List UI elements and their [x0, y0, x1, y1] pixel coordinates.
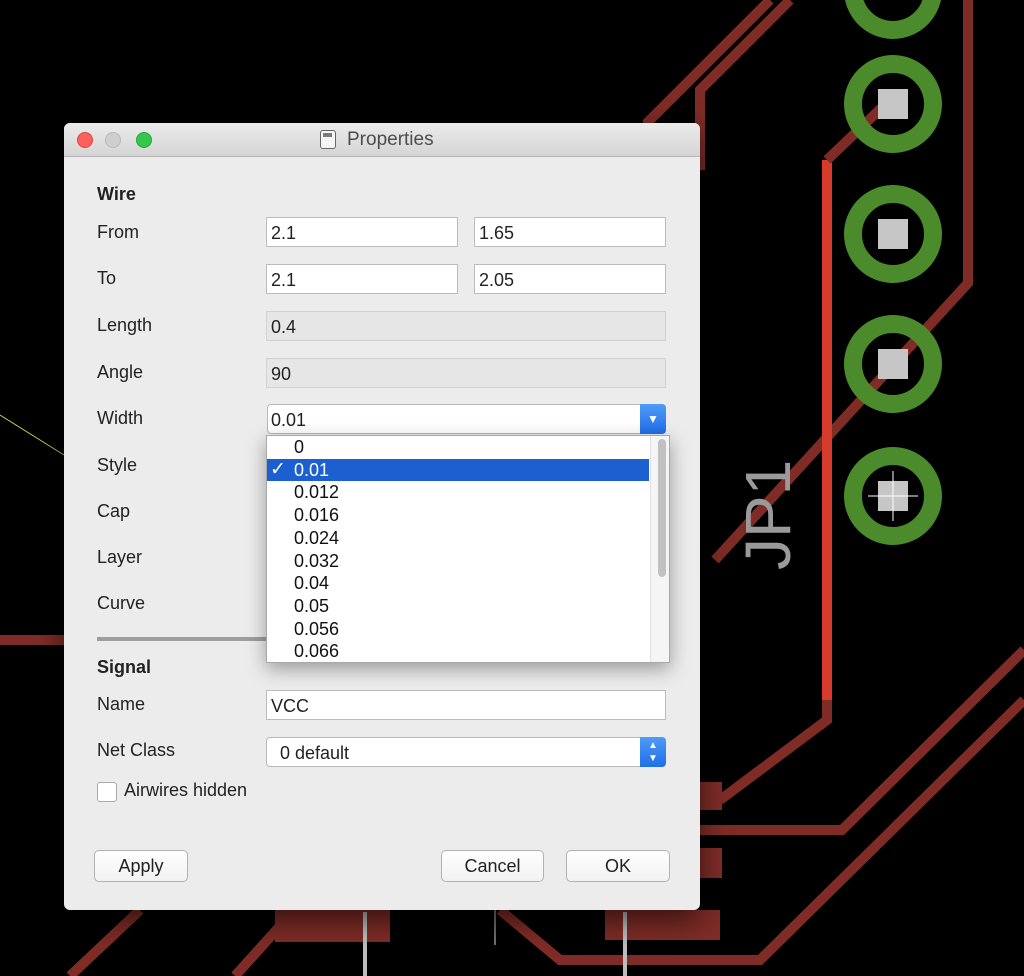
net-class-select[interactable]: 0 default ▲ ▼ [266, 737, 666, 767]
curve-label: Curve [97, 593, 146, 613]
width-option[interactable]: 0.056 [267, 618, 649, 641]
angle-label: Angle [97, 362, 144, 382]
width-select[interactable]: 0.01 ▼ [267, 404, 666, 434]
name-label: Name [97, 694, 146, 714]
width-option-label: 0.024 [294, 527, 340, 548]
cap-label: Cap [97, 501, 131, 521]
angle-field: 90 [266, 358, 666, 388]
trace [66, 906, 144, 976]
minimize-window-button[interactable] [105, 132, 121, 148]
trace [700, 646, 1024, 835]
net-class-label: Net Class [97, 740, 176, 760]
width-option-label: 0.012 [294, 482, 340, 503]
length-label: Length [97, 315, 153, 335]
cancel-button[interactable]: Cancel [441, 850, 544, 882]
from-x-input[interactable]: 2.1 [266, 217, 458, 247]
width-option-label: 0.032 [294, 550, 340, 571]
style-label: Style [97, 455, 138, 475]
net-class-select-value: 0 default [280, 743, 350, 763]
width-label: Width [97, 408, 144, 428]
from-label: From [97, 222, 139, 242]
width-option[interactable]: 0 [267, 436, 649, 459]
width-option[interactable]: 0.032 [267, 550, 649, 573]
width-option-label: 0.01 [294, 459, 330, 480]
width-option[interactable]: 0.04 [267, 572, 649, 595]
zoom-window-button[interactable] [136, 132, 152, 148]
width-option[interactable]: 0.012 [267, 481, 649, 504]
smd-pad [700, 848, 722, 878]
svg-text:JP1: JP1 [738, 460, 798, 570]
ratsnest-line [0, 414, 65, 456]
width-option[interactable]: 0.066 [267, 640, 649, 662]
width-option-label: 0.056 [294, 618, 340, 639]
width-option-label: 0 [294, 437, 305, 457]
to-label: To [97, 268, 117, 288]
smd-pad [605, 910, 720, 940]
title-bar[interactable]: Properties [64, 123, 700, 157]
from-y-input[interactable]: 1.65 [474, 217, 666, 247]
width-option-label: 0.066 [294, 641, 340, 662]
dropdown-scroll-track[interactable] [650, 436, 669, 662]
length-field: 0.4 [266, 311, 666, 341]
document-icon [320, 130, 336, 149]
to-x-input[interactable]: 2.1 [266, 264, 458, 294]
pad-drill [878, 89, 908, 119]
checkmark-icon: ✓ [270, 458, 286, 480]
to-y-input[interactable]: 2.05 [474, 264, 666, 294]
smd-pad [275, 910, 390, 942]
window-title: Properties [347, 129, 434, 150]
width-option[interactable]: ✓ 0.01 [267, 458, 649, 482]
ok-button[interactable]: OK [566, 850, 670, 882]
width-dropdown-list[interactable]: 0 ✓ 0.01 0.012 0.016 0.024 0.032 0.04 0.05 0.056 0… [266, 435, 670, 663]
through-hole-pad[interactable] [845, 0, 941, 39]
width-option[interactable]: 0.024 [267, 527, 649, 550]
width-option-label: 0.04 [294, 573, 330, 594]
pad-drill [878, 219, 908, 249]
part-designator-label: JP1 [738, 460, 798, 570]
width-option[interactable]: 0.016 [267, 504, 649, 527]
chevron-down-icon[interactable]: ▼ [640, 404, 666, 434]
apply-button[interactable]: Apply [94, 850, 188, 882]
pad-drill [878, 349, 908, 379]
layer-label: Layer [97, 547, 143, 567]
signal-section-heading: Signal [97, 657, 152, 677]
dropdown-scrollbar-thumb[interactable] [658, 439, 666, 577]
airwires-hidden-checkbox[interactable] [97, 782, 117, 802]
close-window-button[interactable] [77, 132, 93, 148]
section-divider [97, 637, 269, 641]
airwires-hidden-label[interactable]: Airwires hidden [124, 780, 247, 801]
width-option[interactable]: 0.05 [267, 595, 649, 618]
stepper-arrows-icon[interactable]: ▲ ▼ [640, 737, 666, 767]
width-option-label: 0.016 [294, 505, 340, 526]
wire-section-heading: Wire [97, 184, 136, 204]
width-option-label: 0.05 [294, 595, 330, 616]
signal-name-input[interactable]: VCC [266, 690, 666, 720]
width-select-value: 0.01 [271, 410, 307, 430]
trace-diag [717, 700, 832, 805]
